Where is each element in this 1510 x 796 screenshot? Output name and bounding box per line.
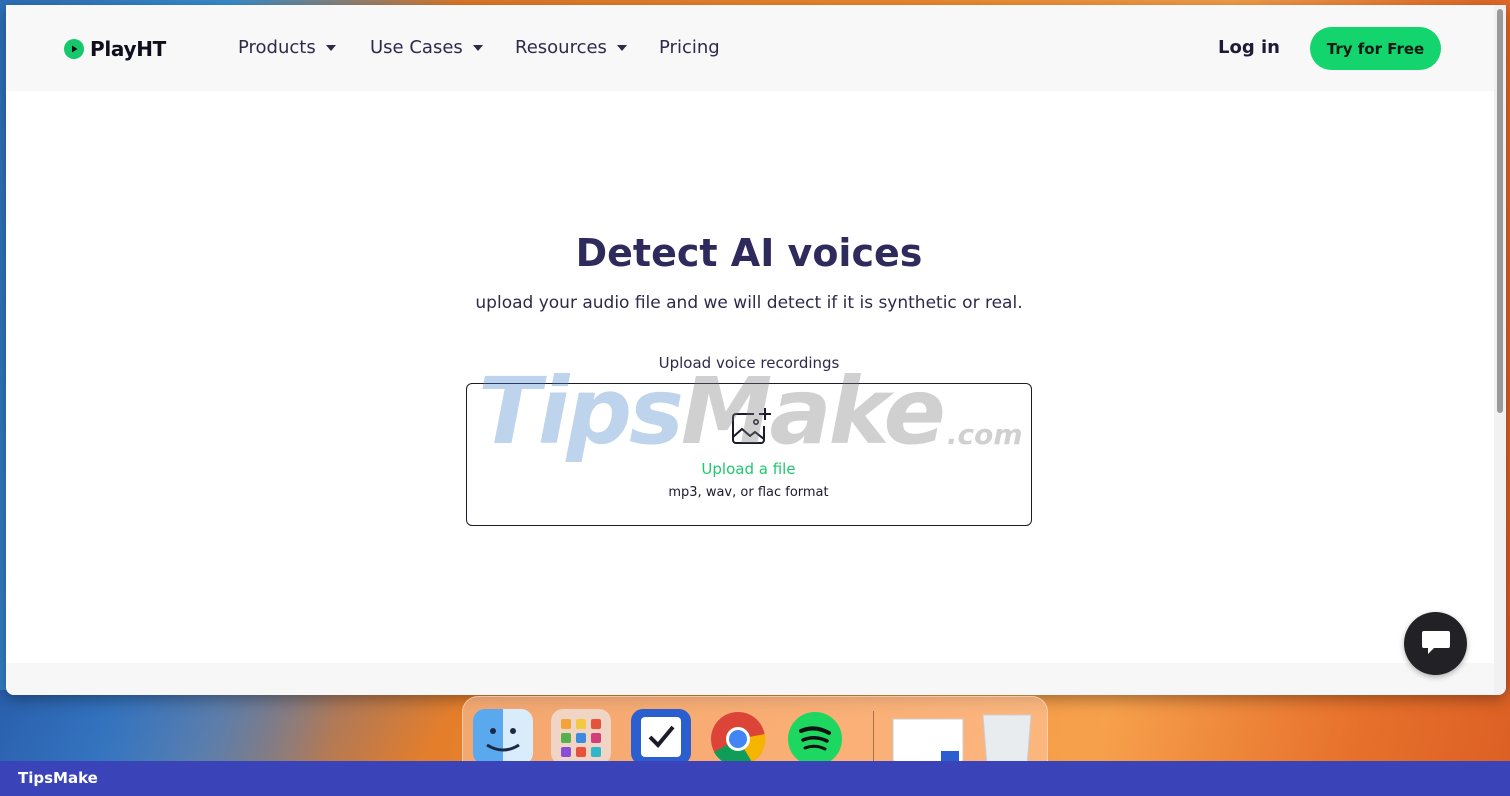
chat-bubble-icon (1420, 628, 1452, 660)
launchpad-icon[interactable] (551, 709, 611, 765)
try-for-free-button[interactable]: Try for Free (1310, 27, 1441, 70)
preview-window-icon[interactable] (891, 709, 965, 765)
trash-icon[interactable] (977, 709, 1037, 765)
brand-name: PlayHT (90, 37, 167, 61)
play-icon (64, 39, 84, 59)
nav-pricing-label: Pricing (659, 37, 720, 58)
footer-brand-name: TipsMake (18, 769, 98, 787)
nav-use-cases-label: Use Cases (370, 37, 463, 58)
nav-resources-label: Resources (515, 37, 607, 58)
page-title: Detect AI voices (575, 231, 923, 275)
brand-logo[interactable]: PlayHT (64, 37, 166, 61)
nav-products-label: Products (238, 37, 316, 58)
page-subtitle: upload your audio file and we will detec… (475, 293, 1023, 313)
browser-window: PlayHT Products Use Cases Resources Pric… (6, 5, 1506, 695)
dock-separator (873, 711, 874, 763)
top-navbar: PlayHT Products Use Cases Resources Pric… (6, 5, 1506, 91)
finder-icon[interactable] (473, 709, 533, 765)
page-footer-strip (6, 663, 1506, 695)
spotify-icon[interactable] (785, 709, 845, 765)
tasks-icon[interactable] (631, 709, 691, 765)
format-note: mp3, wav, or flac format (668, 485, 829, 500)
scrollbar-thumb[interactable] (1497, 9, 1503, 413)
upload-file-link[interactable]: Upload a file (467, 460, 1030, 478)
nav-use-cases[interactable]: Use Cases (370, 37, 483, 58)
caret-down-icon (325, 44, 336, 51)
file-dropzone[interactable]: Upload a file mp3, wav, or flac format (466, 383, 1032, 526)
nav-pricing[interactable]: Pricing (659, 37, 720, 58)
nav-products[interactable]: Products (238, 37, 336, 58)
vertical-scrollbar[interactable] (1494, 5, 1506, 695)
caret-down-icon (472, 44, 483, 51)
chrome-icon[interactable] (708, 709, 768, 765)
chat-button[interactable] (1404, 612, 1467, 675)
nav-resources[interactable]: Resources (515, 37, 627, 58)
upload-section-label: Upload voice recordings (658, 354, 840, 372)
add-image-icon (730, 406, 772, 452)
footer-brand-bar: TipsMake (0, 761, 1510, 796)
login-link[interactable]: Log in (1218, 37, 1280, 58)
caret-down-icon (616, 44, 627, 51)
macos-dock (462, 696, 1048, 766)
